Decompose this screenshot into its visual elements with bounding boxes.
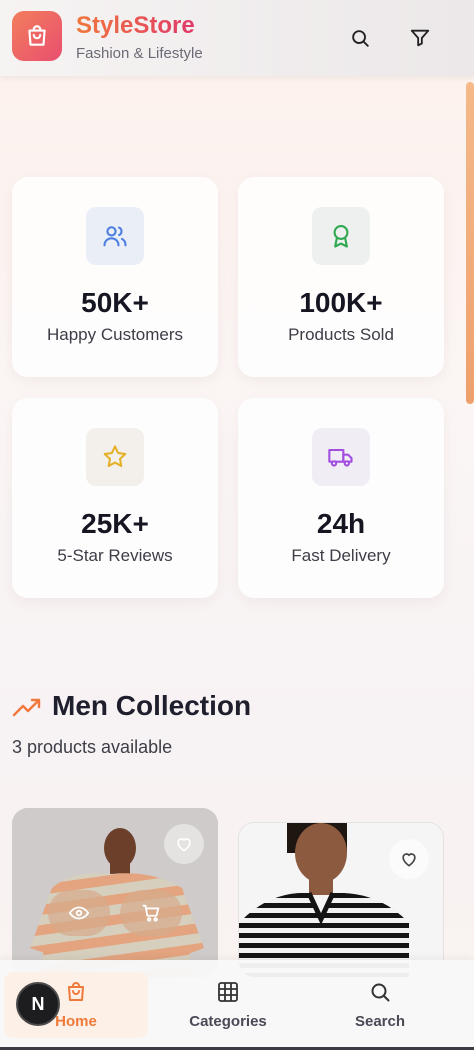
header-filter-button[interactable] bbox=[404, 22, 436, 54]
stat-card-delivery: 24h Fast Delivery bbox=[238, 398, 444, 598]
avatar[interactable]: N bbox=[16, 982, 60, 1026]
heart-icon bbox=[177, 838, 191, 852]
bottom-navigation: Home Categories Search bbox=[0, 960, 474, 1048]
scrollbar-thumb[interactable] bbox=[466, 82, 474, 404]
star-icon bbox=[103, 445, 127, 468]
brand-logo[interactable] bbox=[12, 11, 62, 61]
stat-label: Fast Delivery bbox=[291, 546, 391, 565]
brand-tagline: Fashion & Lifestyle bbox=[76, 45, 203, 62]
stat-card-customers: 50K+ Happy Customers bbox=[12, 177, 218, 377]
stat-value: 100K+ bbox=[299, 287, 383, 318]
favorite-button[interactable] bbox=[389, 839, 429, 879]
shopping-bag-icon bbox=[68, 982, 84, 1001]
stat-label: Happy Customers bbox=[46, 325, 184, 344]
product-card[interactable] bbox=[12, 808, 218, 978]
section-title: Men Collection bbox=[52, 690, 252, 721]
cart-icon bbox=[142, 904, 160, 922]
search-icon bbox=[352, 30, 369, 47]
heart-icon bbox=[402, 853, 416, 867]
eye-icon bbox=[68, 906, 90, 920]
grid-icon bbox=[218, 982, 238, 1002]
brand-name: StyleStore bbox=[76, 12, 195, 39]
product-card[interactable] bbox=[238, 822, 444, 978]
search-icon bbox=[371, 983, 390, 1002]
stat-icon-box bbox=[312, 207, 370, 265]
stat-label: Products Sold bbox=[288, 325, 394, 344]
nav-item-search[interactable]: Search bbox=[320, 960, 440, 1040]
stat-value: 24h bbox=[316, 508, 366, 539]
nav-item-categories[interactable]: Categories bbox=[168, 960, 288, 1040]
filter-icon bbox=[410, 29, 430, 47]
stat-label: 5-Star Reviews bbox=[57, 546, 173, 565]
nav-label: Categories bbox=[189, 1013, 267, 1030]
app-header: StyleStore Fashion & Lifestyle bbox=[0, 0, 474, 76]
shopping-bag-icon bbox=[28, 25, 46, 46]
stat-card-reviews: 25K+ 5-Star Reviews bbox=[12, 398, 218, 598]
stat-value: 25K+ bbox=[81, 508, 149, 539]
stat-icon-box bbox=[312, 428, 370, 486]
truck-icon bbox=[328, 448, 353, 467]
quick-view-button[interactable] bbox=[48, 890, 110, 936]
stat-icon-box bbox=[86, 207, 144, 265]
favorite-button[interactable] bbox=[164, 824, 204, 864]
nav-label: Search bbox=[354, 1013, 406, 1030]
header-search-button[interactable] bbox=[344, 22, 376, 54]
stat-card-products: 100K+ Products Sold bbox=[238, 177, 444, 377]
users-icon bbox=[103, 226, 127, 247]
add-to-cart-button[interactable] bbox=[120, 890, 182, 936]
award-icon bbox=[333, 225, 349, 248]
trending-up-icon bbox=[12, 698, 41, 717]
stat-icon-box bbox=[86, 428, 144, 486]
section-subtitle: 3 products available bbox=[12, 737, 173, 757]
stat-value: 50K+ bbox=[81, 287, 149, 318]
